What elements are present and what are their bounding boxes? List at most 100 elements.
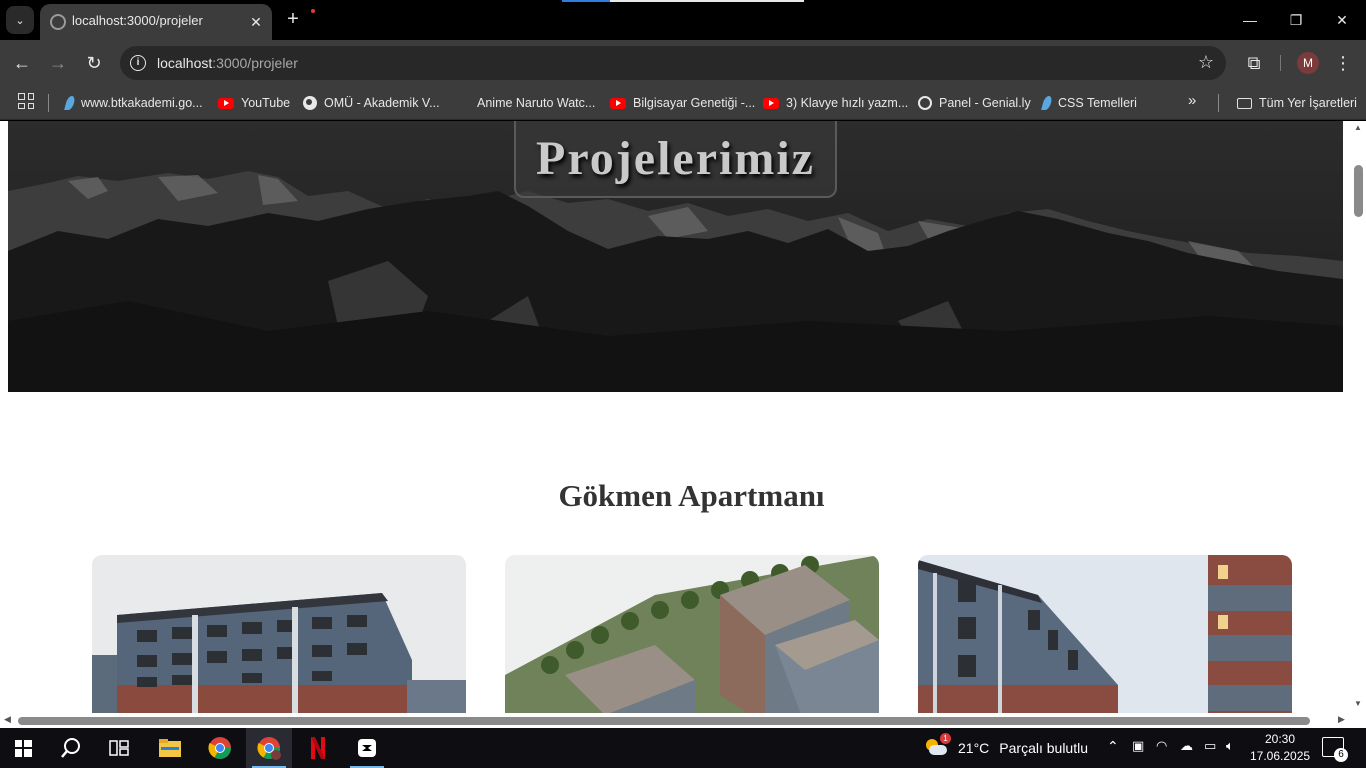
btk-icon <box>64 96 76 110</box>
url-path: :3000/projeler <box>212 55 298 71</box>
chrome-profile-icon[interactable] <box>246 728 292 768</box>
bookmark-label: Bilgisayar Genetiği -... <box>633 96 756 110</box>
youtube-icon <box>763 97 779 109</box>
restore-button[interactable]: ❐ <box>1276 6 1316 34</box>
bookmark-item[interactable]: Panel - Genial.ly <box>918 92 1031 114</box>
bookmark-item[interactable]: www.btkakademi.go... <box>64 92 203 114</box>
bookmark-label: www.btkakademi.go... <box>81 96 203 110</box>
active-tab[interactable]: localhost:3000/projeler ✕ <box>40 4 272 40</box>
bookmark-item[interactable]: Anime Naruto Watc... <box>456 92 595 114</box>
project-card-image[interactable] <box>505 555 879 713</box>
wifi-icon[interactable]: ◠ <box>1156 738 1167 754</box>
globe-icon <box>303 96 317 110</box>
apartment-side-image <box>918 555 1292 713</box>
window-close-button[interactable]: ✕ <box>1322 6 1362 34</box>
bookmark-label: CSS Temelleri <box>1058 96 1137 110</box>
puzzle-icon[interactable]: ⧉ <box>1241 50 1267 76</box>
tab-search-button[interactable]: ⌄ <box>6 6 34 34</box>
weather-desc: Parçalı bulutlu <box>999 740 1088 756</box>
address-bar[interactable]: i localhost:3000/projeler ☆ <box>120 46 1226 80</box>
bookmark-item[interactable]: YouTube <box>218 92 290 114</box>
bookmarks-divider <box>48 94 49 112</box>
horizontal-scrollbar[interactable]: ◀ ▶ <box>0 713 1366 728</box>
taskbar: 1 21°C Parçalı bulutlu ⌃ ▣ ◠ ☁ ▭ 🔈︎ 20:3… <box>0 728 1366 768</box>
screen-share-indicator <box>562 0 804 2</box>
bookmark-label: 3) Klavye hızlı yazm... <box>786 96 909 110</box>
onedrive-icon[interactable]: ☁ <box>1180 738 1193 754</box>
all-bookmarks-button[interactable]: Tüm Yer İşaretleri <box>1237 92 1357 114</box>
project-card-image[interactable] <box>918 555 1292 713</box>
plus-icon[interactable]: + <box>282 8 304 30</box>
all-bookmarks-label: Tüm Yer İşaretleri <box>1259 96 1357 110</box>
btk-icon <box>1041 96 1053 110</box>
url-host: localhost <box>157 55 213 71</box>
bookmark-label: Panel - Genial.ly <box>939 96 1031 110</box>
volume-icon[interactable]: 🔈︎ <box>1226 738 1234 754</box>
hero-title-box: Projelerimiz <box>514 121 837 198</box>
bookmark-item[interactable]: Bilgisayar Genetiği -... <box>610 92 755 114</box>
recording-dot <box>311 9 315 13</box>
partly-cloudy-icon: 1 <box>926 733 951 757</box>
search-icon[interactable] <box>48 728 94 768</box>
chrome-icon[interactable] <box>197 728 243 768</box>
folder-icon <box>1237 97 1252 109</box>
project-card-image[interactable] <box>92 555 466 713</box>
avatar[interactable]: M <box>1297 52 1319 74</box>
weather-temp: 21°C <box>958 740 990 756</box>
bookmark-item[interactable]: CSS Temelleri <box>1041 92 1137 114</box>
chevron-down-icon: ⌄ <box>15 14 25 27</box>
clock-date: 17.06.2025 <box>1250 749 1311 763</box>
netflix-icon[interactable] <box>295 728 341 768</box>
url-text[interactable]: localhost:3000/projeler <box>157 55 298 71</box>
page-title: Projelerimiz <box>536 132 815 185</box>
scroll-right-icon[interactable]: ▶ <box>1338 714 1345 725</box>
bookmark-item[interactable]: OMÜ - Akademik V... <box>303 92 440 114</box>
apartment-aerial-image <box>505 555 879 713</box>
start-button[interactable] <box>0 728 46 768</box>
scroll-down-icon[interactable]: ▼ <box>1353 699 1363 708</box>
bookmark-label: YouTube <box>241 96 291 110</box>
scroll-up-icon[interactable]: ▲ <box>1353 123 1363 132</box>
notification-count: 6 <box>1334 748 1348 762</box>
apps-grid-icon[interactable] <box>18 93 34 109</box>
battery-icon[interactable]: ▭ <box>1204 738 1216 754</box>
clock-time: 20:30 <box>1264 732 1296 746</box>
windows-logo-icon <box>14 739 32 757</box>
arrow-left-icon[interactable]: ← <box>9 50 35 76</box>
blank-icon <box>456 96 470 110</box>
info-icon[interactable]: i <box>130 55 146 71</box>
scroll-left-icon[interactable]: ◀ <box>4 714 11 725</box>
toolbar-divider <box>1280 55 1281 71</box>
meet-now-icon[interactable]: ▣ <box>1132 738 1144 754</box>
youtube-icon <box>218 97 234 109</box>
capcut-icon[interactable] <box>344 728 390 768</box>
scrollbar-thumb[interactable] <box>1354 165 1363 217</box>
chevron-up-icon[interactable]: ⌃ <box>1107 738 1119 755</box>
section-title: Gökmen Apartmanı <box>558 478 825 513</box>
minimize-button[interactable]: — <box>1230 6 1270 34</box>
system-clock[interactable]: 20:30 17.06.2025 <box>1250 731 1310 765</box>
weather-widget[interactable]: 1 21°C Parçalı bulutlu <box>926 728 1088 768</box>
arrow-right-icon[interactable]: → <box>45 50 71 76</box>
reload-icon[interactable]: ↻ <box>81 50 107 76</box>
bookmark-label: Anime Naruto Watc... <box>477 96 596 110</box>
tab-title: localhost:3000/projeler <box>72 13 203 28</box>
bookmarks-divider <box>1218 94 1219 112</box>
file-explorer-icon[interactable] <box>147 728 193 768</box>
kebab-menu-icon[interactable]: ⋮ <box>1330 50 1356 76</box>
apartment-front-image <box>92 555 466 713</box>
task-view-icon[interactable] <box>96 728 142 768</box>
genially-icon <box>918 96 932 110</box>
globe-icon <box>50 14 66 30</box>
close-icon[interactable]: ✕ <box>246 12 266 32</box>
hero-banner: Projelerimiz <box>8 121 1343 392</box>
bookmark-item[interactable]: 3) Klavye hızlı yazm... <box>763 92 908 114</box>
browser-toolbar: ← → ↻ i localhost:3000/projeler ☆ ⧉ M ⋮ <box>0 40 1366 86</box>
star-icon[interactable]: ☆ <box>1198 52 1214 73</box>
scrollbar-thumb[interactable] <box>18 717 1310 725</box>
bookmarks-bar: www.btkakademi.go... YouTube OMÜ - Akade… <box>0 86 1366 120</box>
bookmark-label: OMÜ - Akademik V... <box>324 96 440 110</box>
vertical-scrollbar[interactable]: ▲ ▼ <box>1350 121 1366 713</box>
weather-badge: 1 <box>940 733 951 744</box>
more-bookmarks-icon[interactable]: » <box>1188 92 1196 109</box>
